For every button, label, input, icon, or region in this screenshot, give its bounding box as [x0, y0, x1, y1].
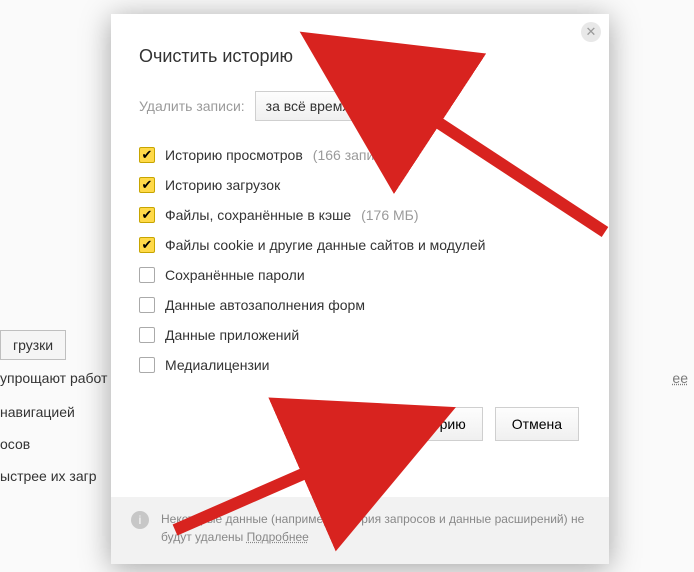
checkbox-row: Сохранённые пароли — [139, 267, 581, 283]
checkbox[interactable] — [139, 327, 155, 343]
bg-link[interactable]: ее — [672, 370, 688, 386]
clear-button-label: Очистить историю — [346, 416, 466, 432]
chevron-down-icon: ▾ — [410, 100, 416, 113]
clear-history-dialog: ✕ Очистить историю Удалить записи: за вс… — [111, 14, 609, 564]
footer-text-block: Некоторые данные (например, история запр… — [161, 511, 589, 546]
close-icon[interactable]: ✕ — [581, 22, 601, 42]
checkbox[interactable]: ✔ — [139, 147, 155, 163]
time-range-row: Удалить записи: за всё время ▾ — [139, 91, 581, 121]
checkbox[interactable]: ✔ — [139, 207, 155, 223]
info-icon: i — [131, 511, 149, 529]
time-range-select[interactable]: за всё время ▾ — [255, 91, 425, 121]
dialog-title: Очистить историю — [139, 46, 581, 67]
footer-text: Некоторые данные (например, история запр… — [161, 512, 584, 543]
select-value: за всё время — [266, 98, 350, 114]
checkbox-label: Файлы cookie и другие данные сайтов и мо… — [165, 237, 485, 253]
dialog-body: Очистить историю Удалить записи: за всё … — [111, 14, 609, 441]
checkbox-label: Данные автозаполнения форм — [165, 297, 365, 313]
checkbox-label: Историю загрузок — [165, 177, 280, 193]
checkbox[interactable]: ✔ — [139, 177, 155, 193]
dialog-footer: i Некоторые данные (например, история за… — [111, 497, 609, 564]
clear-button[interactable]: Очистить историю — [329, 407, 483, 441]
checkbox-row: ✔ Историю просмотров (166 записей) — [139, 147, 581, 163]
checkbox-label: Историю просмотров — [165, 147, 303, 163]
checkbox[interactable]: ✔ — [139, 237, 155, 253]
checkbox-row: Данные приложений — [139, 327, 581, 343]
bg-text: ыстрее их загр — [0, 468, 97, 484]
bg-text: осов — [0, 436, 30, 452]
bg-text: навигацией — [0, 404, 75, 420]
checkbox-note: (166 записей) — [313, 147, 402, 163]
cancel-button[interactable]: Отмена — [495, 407, 579, 441]
checkbox-row: Данные автозаполнения форм — [139, 297, 581, 313]
delete-label: Удалить записи: — [139, 98, 245, 114]
checkbox[interactable] — [139, 357, 155, 373]
dialog-actions: Очистить историю Отмена — [139, 407, 581, 441]
bg-button-loads[interactable]: грузки — [0, 330, 66, 360]
checkbox-label: Медиалицензии — [165, 357, 270, 373]
bg-button-label: грузки — [13, 337, 53, 353]
checkbox[interactable] — [139, 297, 155, 313]
checkbox-row: ✔ Файлы cookie и другие данные сайтов и м… — [139, 237, 581, 253]
checkbox[interactable] — [139, 267, 155, 283]
footer-more-link[interactable]: Подробнее — [247, 530, 309, 544]
checkbox-note: (176 МБ) — [361, 207, 418, 223]
checkbox-row: ✔ Историю загрузок — [139, 177, 581, 193]
checkbox-label: Данные приложений — [165, 327, 299, 343]
checkbox-label: Сохранённые пароли — [165, 267, 305, 283]
checkbox-list: ✔ Историю просмотров (166 записей) ✔ Истори… — [139, 147, 581, 373]
checkbox-row: ✔ Файлы, сохранённые в кэше (176 МБ) — [139, 207, 581, 223]
bg-text: упрощают работ — [0, 370, 107, 386]
cancel-button-label: Отмена — [512, 416, 562, 432]
checkbox-label: Файлы, сохранённые в кэше — [165, 207, 351, 223]
checkbox-row: Медиалицензии — [139, 357, 581, 373]
